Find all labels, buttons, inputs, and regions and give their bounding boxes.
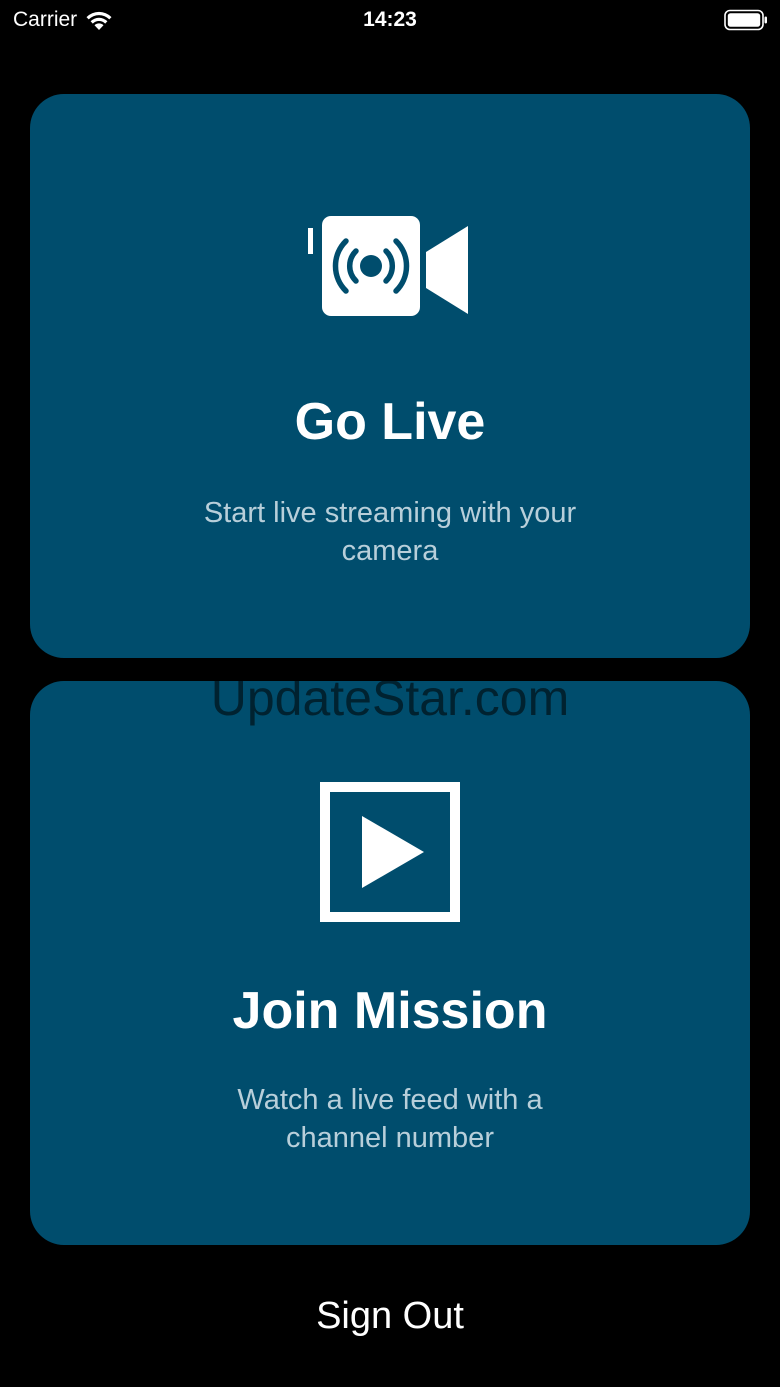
status-bar: Carrier 14:23 bbox=[0, 0, 780, 40]
go-live-subtitle: Start live streaming with your camera bbox=[203, 497, 577, 567]
status-time: 14:23 bbox=[363, 8, 417, 31]
go-live-title: Go Live bbox=[294, 393, 486, 451]
play-icon bbox=[320, 782, 460, 922]
join-mission-subtitle: Watch a live feed with a channel number bbox=[237, 1084, 543, 1154]
go-live-card[interactable]: Go Live Start live streaming with your c… bbox=[30, 94, 750, 658]
live-camera-icon bbox=[308, 216, 468, 316]
join-mission-title: Join Mission bbox=[232, 982, 548, 1040]
join-mission-card[interactable]: Join Mission Watch a live feed with a ch… bbox=[30, 681, 750, 1245]
go-live-icon-wrap bbox=[30, 216, 750, 316]
sign-out-button[interactable]: Sign Out bbox=[240, 1290, 540, 1342]
battery-icon bbox=[724, 9, 767, 31]
join-mission-icon-wrap bbox=[30, 782, 750, 922]
